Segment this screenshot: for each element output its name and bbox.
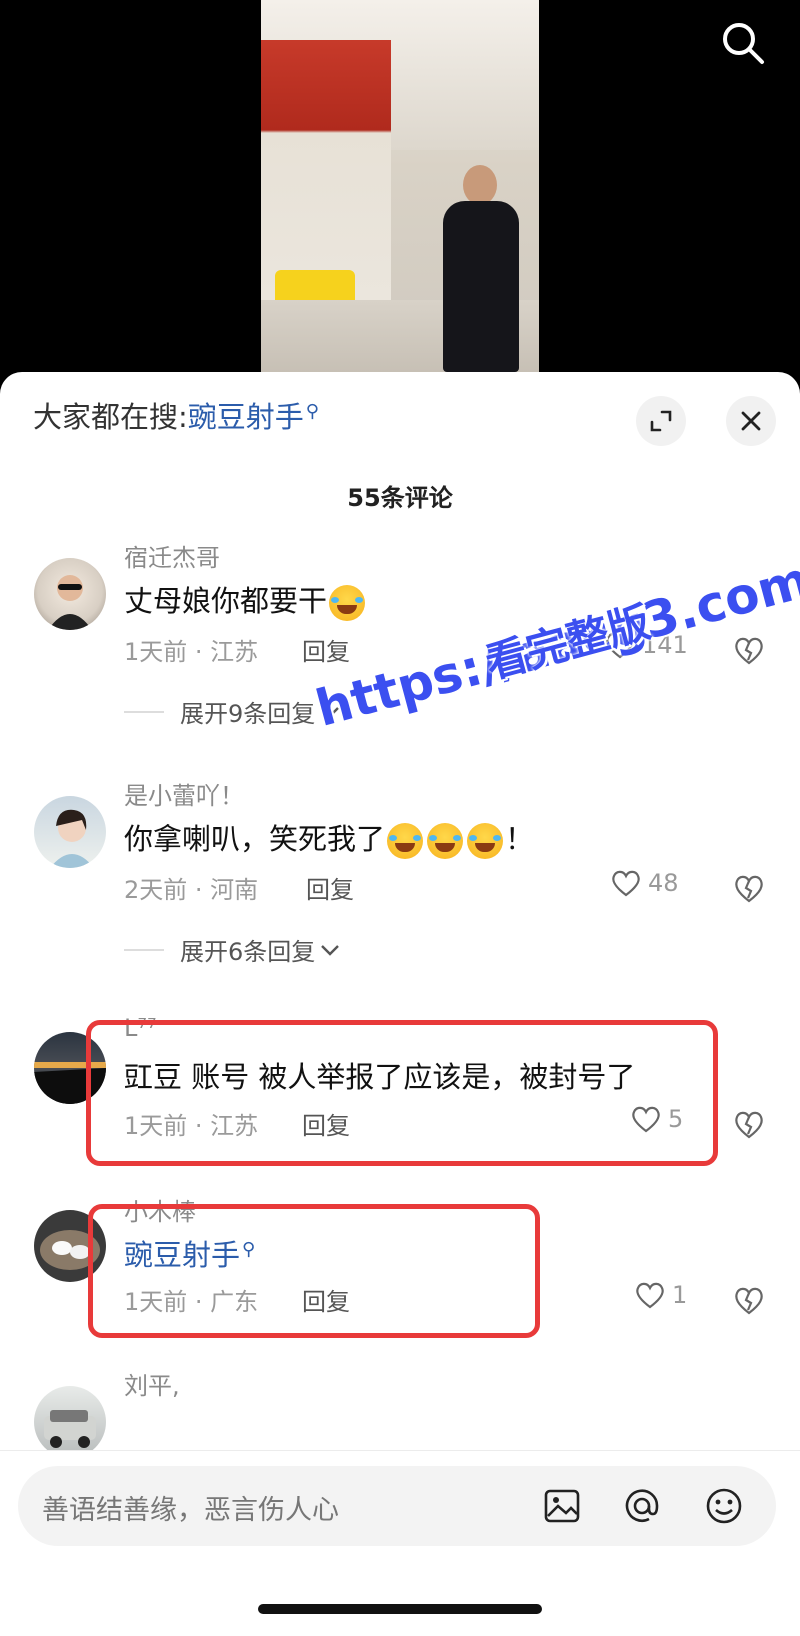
reply-button[interactable]: 回复 <box>306 870 354 905</box>
expand-replies-button[interactable]: 展开6条回复 <box>124 932 341 967</box>
laugh-cry-emoji-icon <box>387 823 424 859</box>
laugh-cry-emoji-icon <box>467 823 504 859</box>
comment-sheet: 大家都在搜:豌豆射手 ⚲ 55条评论 宿迁杰哥 丈母娘你都要干 1天前 · 江苏 … <box>0 372 800 1636</box>
comment-text: 你拿喇叭，笑死我了 ！ <box>124 816 534 859</box>
like-count: 1 <box>672 1281 688 1309</box>
video-frame <box>261 0 539 372</box>
broken-heart-icon[interactable] <box>732 634 766 668</box>
search-icon[interactable] <box>718 18 768 68</box>
like-count: 48 <box>648 869 679 897</box>
hot-search-prefix: 大家都在搜: <box>33 400 188 434</box>
comment-author[interactable]: 刘平, <box>124 1366 180 1401</box>
expand-replies-label: 展开6条回复 <box>180 938 316 966</box>
heart-icon <box>636 1282 664 1309</box>
avatar[interactable] <box>34 1386 106 1458</box>
hot-search-term[interactable]: 豌豆射手 <box>188 400 304 434</box>
laugh-cry-emoji-icon <box>427 823 464 859</box>
comment-time-location: 1天前 · 江苏 <box>124 638 259 666</box>
video-player[interactable] <box>0 0 800 372</box>
comment-input-placeholder[interactable]: 善语结善缘，恶言伤人心 <box>42 1488 339 1527</box>
comment-count: 55条评论 <box>347 484 453 512</box>
avatar[interactable] <box>34 558 106 630</box>
video-person <box>439 165 519 372</box>
emoji-icon[interactable] <box>704 1486 744 1526</box>
person-body <box>443 201 519 372</box>
like-button[interactable]: 48 <box>610 868 679 898</box>
avatar[interactable] <box>34 796 106 868</box>
expand-line <box>124 710 164 713</box>
expand-replies-label: 展开9条回复 <box>180 700 316 728</box>
hot-search[interactable]: 大家都在搜:豌豆射手 ⚲ <box>33 394 319 436</box>
person-head <box>463 165 497 205</box>
comment-text: 丈母娘你都要干 <box>124 578 367 621</box>
divider <box>0 1450 800 1451</box>
highlight-box <box>88 1204 540 1338</box>
highlight-box <box>86 1020 718 1166</box>
comment-text-suffix: ！ <box>505 822 535 856</box>
comment-text-content: 你拿喇叭，笑死我了 <box>124 822 386 856</box>
expand-replies-button[interactable]: 展开9条回复 <box>124 694 341 729</box>
heart-icon <box>612 870 640 897</box>
expand-icon[interactable] <box>636 396 686 446</box>
broken-heart-icon[interactable] <box>732 1284 766 1318</box>
home-indicator[interactable] <box>258 1604 542 1614</box>
comment-author[interactable]: 是小蕾吖！ <box>124 776 244 811</box>
image-icon[interactable] <box>542 1486 582 1526</box>
like-button[interactable]: 1 <box>634 1280 687 1310</box>
search-small-icon: ⚲ <box>305 401 319 422</box>
comment-author[interactable]: 宿迁杰哥 <box>124 538 220 573</box>
broken-heart-icon[interactable] <box>732 1108 766 1142</box>
laugh-cry-emoji-icon <box>329 585 366 621</box>
comment-input-bar[interactable]: 善语结善缘，恶言伤人心 <box>18 1466 776 1546</box>
close-icon[interactable] <box>726 396 776 446</box>
at-icon[interactable] <box>622 1486 662 1526</box>
expand-line <box>124 948 164 951</box>
broken-heart-icon[interactable] <box>732 872 766 906</box>
reply-button[interactable]: 回复 <box>302 632 350 667</box>
comment-text-content: 丈母娘你都要干 <box>124 584 328 618</box>
comment-time-location: 2天前 · 河南 <box>124 876 259 904</box>
watermark-text: 看完整版 <box>480 597 656 689</box>
chevron-down-icon <box>321 944 340 956</box>
